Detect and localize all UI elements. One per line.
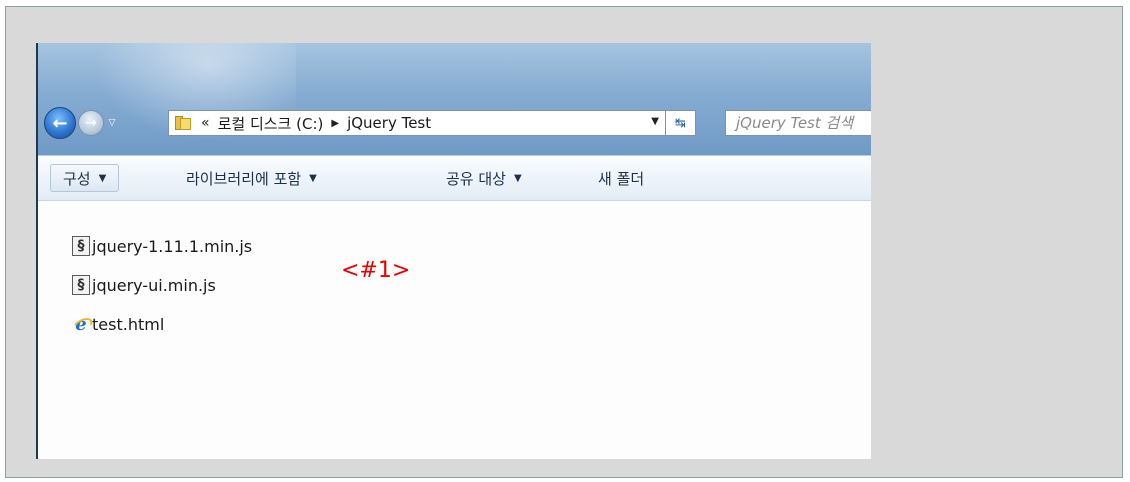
list-item[interactable]: § jquery-1.11.1.min.js bbox=[72, 234, 252, 258]
forward-button[interactable]: → bbox=[78, 110, 104, 136]
share-with-button[interactable]: 공유 대상 ▼ bbox=[446, 164, 522, 192]
dropdown-arrow-icon: ▼ bbox=[309, 172, 317, 184]
new-folder-button[interactable]: 새 폴더 bbox=[598, 164, 644, 192]
forward-arrow-icon: → bbox=[85, 115, 97, 131]
address-dropdown-icon[interactable]: ▼ bbox=[651, 116, 659, 127]
chevron-down-icon: ▽ bbox=[108, 118, 116, 128]
breadcrumb-separator-icon[interactable]: ▶ bbox=[331, 118, 339, 129]
new-folder-label: 새 폴더 bbox=[598, 169, 645, 188]
folder-icon bbox=[175, 116, 191, 130]
navigation-bar: ← → ▽ « 로컬 디스크 (C:) ▶ jQuery Test ▼ ↹ jQ… bbox=[36, 103, 871, 143]
window-left-edge bbox=[36, 43, 38, 459]
refresh-icon: ↹ bbox=[675, 115, 686, 131]
refresh-button[interactable]: ↹ bbox=[666, 110, 696, 136]
command-bar: 구성 ▼ 라이브러리에 포함 ▼ 공유 대상 ▼ 새 폴더 bbox=[36, 155, 871, 201]
include-in-library-label: 라이브러리에 포함 bbox=[186, 169, 302, 188]
back-button[interactable]: ← bbox=[44, 107, 76, 139]
file-list: § jquery-1.11.1.min.js § jquery-ui.min.j… bbox=[36, 201, 871, 459]
file-name: jquery-ui.min.js bbox=[92, 275, 216, 295]
search-input[interactable]: jQuery Test 검색 bbox=[725, 110, 871, 136]
file-name: jquery-1.11.1.min.js bbox=[92, 236, 253, 256]
explorer-window: ← → ▽ « 로컬 디스크 (C:) ▶ jQuery Test ▼ ↹ jQ… bbox=[36, 43, 871, 459]
back-arrow-icon: ← bbox=[52, 112, 68, 134]
share-with-label: 공유 대상 bbox=[446, 169, 506, 188]
address-bar[interactable]: « 로컬 디스크 (C:) ▶ jQuery Test ▼ bbox=[168, 110, 666, 136]
window-chrome: ← → ▽ « 로컬 디스크 (C:) ▶ jQuery Test ▼ ↹ jQ… bbox=[36, 43, 871, 155]
list-item[interactable]: e test.html bbox=[72, 312, 164, 336]
organize-button[interactable]: 구성 ▼ bbox=[50, 164, 120, 192]
dropdown-arrow-icon: ▼ bbox=[98, 172, 107, 184]
dropdown-arrow-icon: ▼ bbox=[513, 172, 522, 184]
recent-pages-dropdown[interactable]: ▽ bbox=[106, 116, 118, 130]
script-file-icon: § bbox=[72, 236, 90, 256]
script-file-icon: § bbox=[72, 275, 90, 295]
ie-html-file-icon: e bbox=[72, 314, 90, 335]
annotation-label: <#1> bbox=[341, 258, 411, 283]
list-item[interactable]: § jquery-ui.min.js bbox=[72, 273, 216, 297]
file-name: test.html bbox=[92, 314, 165, 334]
address-overflow-button[interactable]: « bbox=[201, 115, 210, 131]
include-in-library-button[interactable]: 라이브러리에 포함 ▼ bbox=[186, 164, 317, 192]
organize-label: 구성 bbox=[63, 169, 91, 188]
breadcrumb-jquery-test[interactable]: jQuery Test bbox=[347, 114, 431, 132]
breadcrumb-local-disk[interactable]: 로컬 디스크 (C:) bbox=[218, 113, 324, 134]
